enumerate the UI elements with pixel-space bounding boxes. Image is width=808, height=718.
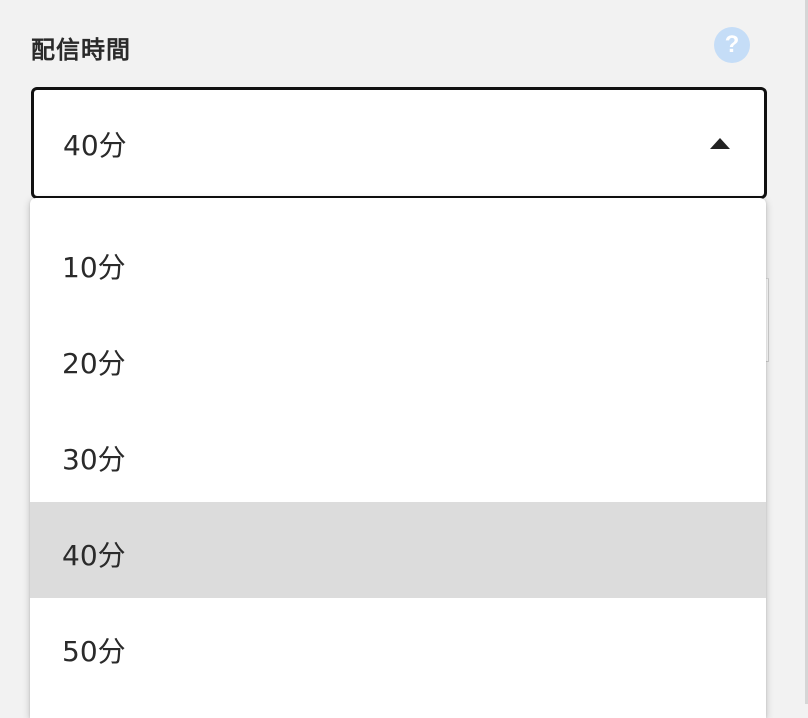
select-value: 40分 [63,129,127,162]
delivery-time-select[interactable]: 40分 [31,87,767,199]
option-label: 50分 [62,635,126,668]
option-label: 40分 [62,539,126,572]
option-label: 20分 [62,347,126,380]
caret-up-icon[interactable] [710,138,730,149]
dropdown-option-40[interactable]: 40分 [30,502,766,598]
option-label: 30分 [62,443,126,476]
option-label: 10分 [62,251,126,284]
question-circle-icon[interactable]: ? [714,27,750,63]
field-label: 配信時間 [31,36,131,64]
dropdown-option-20[interactable]: 20分 [30,310,766,406]
dropdown-menu: 10分 20分 30分 40分 50分 [30,198,766,718]
dropdown-option-10[interactable]: 10分 [30,214,766,310]
dropdown-option-30[interactable]: 30分 [30,406,766,502]
dropdown-option-50[interactable]: 50分 [30,598,766,694]
